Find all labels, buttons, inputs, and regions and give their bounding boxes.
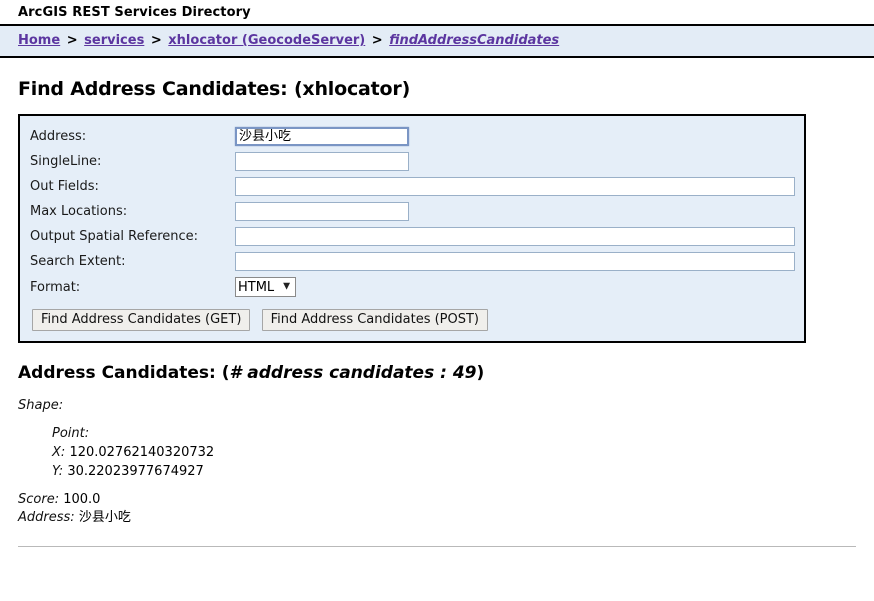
score-key: Score: bbox=[18, 491, 60, 507]
results-heading-prefix: Address Candidates: ( bbox=[18, 363, 230, 384]
breadcrumb-current-operation: findAddressCandidates bbox=[389, 33, 560, 48]
point-y-key: Y: bbox=[52, 463, 64, 479]
shape-label: Shape: bbox=[18, 398, 64, 414]
address-input[interactable] bbox=[235, 127, 409, 147]
find-address-candidates-form: Address: SingleLine: Out Fields: Max Loc… bbox=[18, 114, 806, 344]
breadcrumb-link-home[interactable]: Home bbox=[18, 33, 60, 48]
address-row: Address: 沙县小吃 bbox=[18, 509, 874, 528]
singleline-input[interactable] bbox=[235, 152, 409, 172]
form-row-maxlocations: Max Locations: bbox=[30, 199, 795, 224]
form-row-searchextent: Search Extent: bbox=[30, 249, 795, 274]
cell-address-input bbox=[235, 124, 795, 149]
form-fields-table: Address: SingleLine: Out Fields: Max Loc… bbox=[30, 124, 795, 300]
point-y-row: Y: 30.22023977674927 bbox=[52, 463, 874, 482]
point-x-key: X: bbox=[52, 444, 66, 460]
results-heading-suffix: ) bbox=[476, 363, 485, 384]
form-row-outsr: Output Spatial Reference: bbox=[30, 224, 795, 249]
label-output-spatial-reference: Output Spatial Reference: bbox=[30, 229, 199, 245]
label-out-fields: Out Fields: bbox=[30, 179, 99, 195]
format-select[interactable]: HTML bbox=[235, 277, 296, 298]
score-row: Score: 100.0 bbox=[18, 491, 874, 510]
search-extent-input[interactable] bbox=[235, 252, 795, 272]
form-button-row: Find Address Candidates (GET) Find Addre… bbox=[32, 309, 804, 332]
cell-singleline-input bbox=[235, 149, 795, 174]
breadcrumb: Home > services > xhlocator (GeocodeServ… bbox=[0, 24, 874, 59]
form-row-singleline: SingleLine: bbox=[30, 149, 795, 174]
results-candidate-count-text: # address candidates : 49 bbox=[229, 363, 477, 384]
output-spatial-reference-input[interactable] bbox=[235, 227, 795, 247]
format-select-wrapper: HTML ▼ bbox=[235, 277, 296, 298]
breadcrumb-link-services[interactable]: services bbox=[84, 33, 144, 48]
breadcrumb-link-service[interactable]: xhlocator (GeocodeServer) bbox=[168, 33, 365, 48]
out-fields-input[interactable] bbox=[235, 177, 795, 197]
address-value: 沙县小吃 bbox=[78, 510, 131, 526]
shape-point-group: Point: X: 120.02762140320732 Y: 30.22023… bbox=[52, 425, 874, 482]
cell-maxlocations-input bbox=[235, 199, 795, 224]
cell-outfields-input bbox=[235, 174, 795, 199]
label-address: Address: bbox=[30, 129, 87, 145]
cell-searchextent-input bbox=[235, 249, 795, 274]
find-address-candidates-post-button[interactable]: Find Address Candidates (POST) bbox=[261, 309, 489, 332]
form-row-address: Address: bbox=[30, 124, 795, 149]
breadcrumb-separator: > bbox=[150, 33, 162, 48]
score-value: 100.0 bbox=[63, 491, 101, 507]
max-locations-input[interactable] bbox=[235, 202, 409, 222]
point-label: Point: bbox=[52, 426, 90, 442]
page-title: Find Address Candidates: (xhlocator) bbox=[18, 78, 411, 101]
candidate-result: Shape: Point: X: 120.02762140320732 Y: 3… bbox=[18, 397, 874, 528]
label-max-locations: Max Locations: bbox=[30, 204, 128, 220]
results-heading: Address Candidates: (# address candidate… bbox=[18, 363, 874, 383]
cell-format-select: HTML ▼ bbox=[235, 274, 795, 300]
point-x-value: 120.02762140320732 bbox=[69, 444, 215, 460]
point-x-row: X: 120.02762140320732 bbox=[52, 444, 874, 463]
form-row-outfields: Out Fields: bbox=[30, 174, 795, 199]
address-key: Address: bbox=[18, 510, 75, 526]
form-row-format: Format: HTML ▼ bbox=[30, 274, 795, 300]
point-y-value: 30.22023977674927 bbox=[67, 463, 204, 479]
breadcrumb-separator: > bbox=[371, 33, 383, 48]
label-format: Format: bbox=[30, 279, 81, 295]
find-address-candidates-get-button[interactable]: Find Address Candidates (GET) bbox=[32, 309, 251, 332]
label-singleline: SingleLine: bbox=[30, 154, 102, 170]
breadcrumb-separator: > bbox=[66, 33, 78, 48]
cell-outsr-input bbox=[235, 224, 795, 249]
app-title: ArcGIS REST Services Directory bbox=[18, 5, 251, 20]
label-search-extent: Search Extent: bbox=[30, 254, 126, 270]
section-divider bbox=[18, 546, 856, 548]
